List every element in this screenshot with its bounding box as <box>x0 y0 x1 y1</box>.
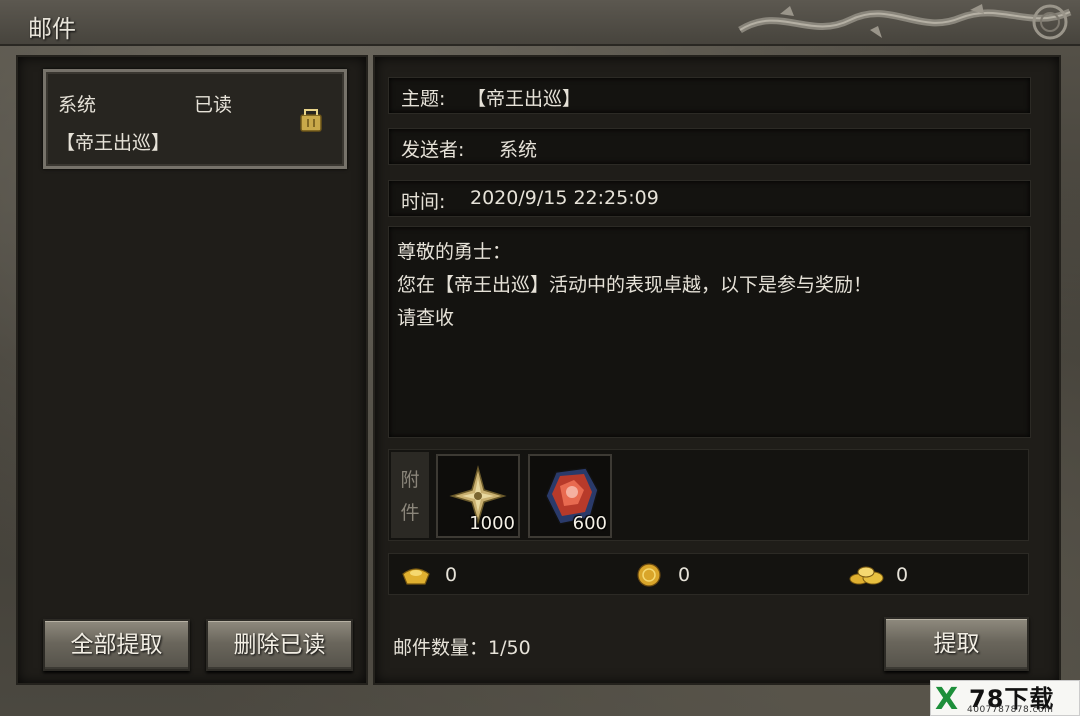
mail-count: 邮件数量：1/50 <box>393 633 531 660</box>
attachment-count: 600 <box>572 513 607 534</box>
collect-button[interactable]: 提取 <box>884 617 1029 671</box>
mail-item-sender: 系统 <box>58 94 97 116</box>
currency-bar: 0 0 0 <box>388 553 1029 595</box>
attachment-slot[interactable]: 600 <box>528 454 612 538</box>
time-field: 时间: 2020/9/15 22:25:09 <box>388 180 1031 217</box>
subject-value: 【帝王出巡】 <box>467 88 582 110</box>
sender-field: 发送者: 系统 <box>388 128 1031 165</box>
mail-count-label: 邮件数量： <box>393 637 489 659</box>
watermark-url: 4007787878.com <box>967 705 1054 715</box>
collect-all-button[interactable]: 全部提取 <box>43 619 190 671</box>
sender-label: 发送者: <box>401 139 465 161</box>
watermark-x-logo: X <box>935 682 959 716</box>
attachment-slot[interactable]: 1000 <box>436 454 520 538</box>
dragon-ornament-icon <box>738 4 1072 40</box>
mail-item-subject: 【帝王出巡】 <box>56 132 171 154</box>
gold-pile-value: 0 <box>896 564 909 586</box>
mail-count-value: 1/50 <box>488 637 531 659</box>
mail-list-item[interactable]: 系统 已读 【帝王出巡】 <box>43 69 347 169</box>
mail-item-status: 已读 <box>194 94 233 116</box>
attachments-label-bottom: 件 <box>400 502 420 524</box>
title-bar: 邮件 <box>0 0 1080 46</box>
subject-field: 主题: 【帝王出巡】 <box>388 77 1031 114</box>
body-line: 请查收 <box>397 307 455 329</box>
window-title: 邮件 <box>28 15 76 43</box>
body-line: 尊敬的勇士： <box>397 241 512 263</box>
sender-value: 系统 <box>499 139 538 161</box>
time-label: 时间: <box>401 191 446 213</box>
gold-pile-icon <box>849 566 884 585</box>
attachment-count: 1000 <box>469 513 515 534</box>
body-line: 您在【帝王出巡】活动中的表现卓越，以下是参与奖励！ <box>397 274 873 296</box>
letter-icon <box>300 109 322 132</box>
attachments-label: 附 件 <box>391 452 429 538</box>
time-value: 2020/9/15 22:25:09 <box>470 187 659 209</box>
attachments-area: 附 件 1000 600 <box>388 449 1029 541</box>
mail-body: 尊敬的勇士： 您在【帝王出巡】活动中的表现卓越，以下是参与奖励！ 请查收 <box>388 226 1031 438</box>
subject-label: 主题: <box>401 88 446 110</box>
gold-ingot-icon <box>402 568 430 585</box>
gold-coin-icon <box>637 563 661 587</box>
site-watermark: X 78下载 4007787878.com <box>930 680 1080 716</box>
attachments-label-top: 附 <box>400 469 420 491</box>
coin-value: 0 <box>678 564 691 586</box>
ingot-value: 0 <box>445 564 458 586</box>
delete-read-button[interactable]: 删除已读 <box>206 619 353 671</box>
